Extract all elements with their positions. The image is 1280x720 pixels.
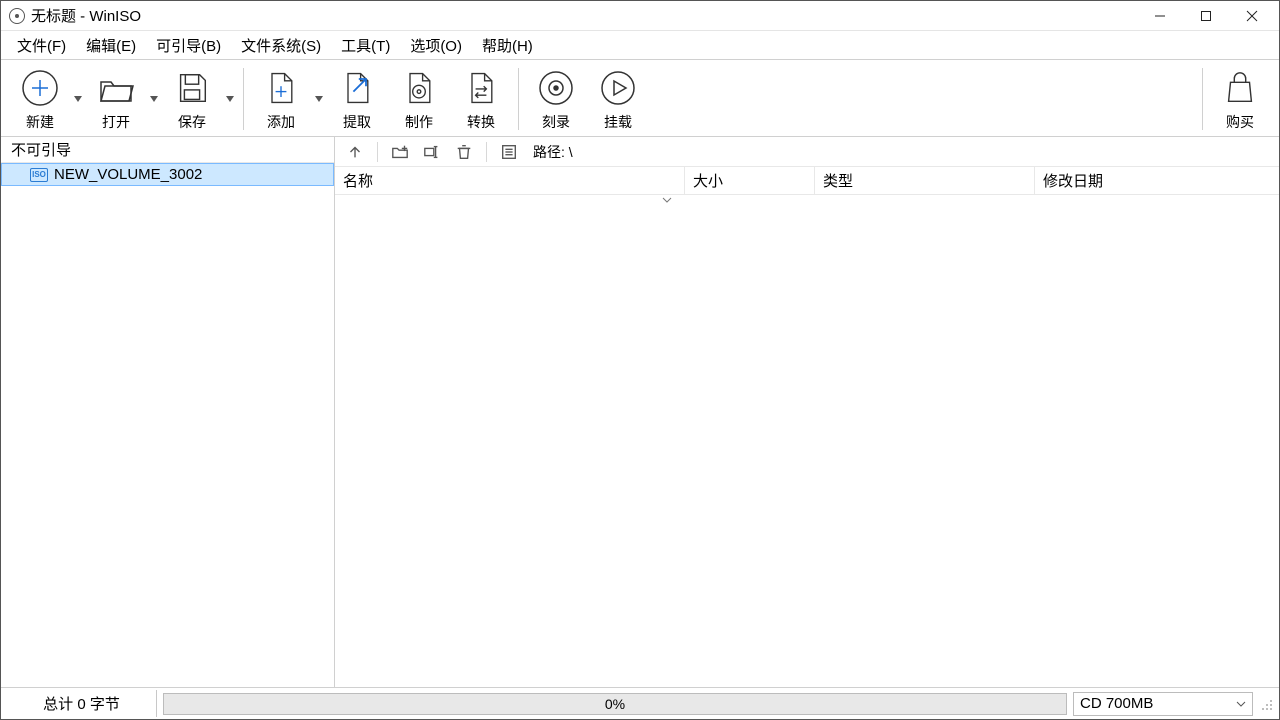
toolbar-save-dropdown[interactable]	[223, 69, 237, 129]
play-circle-icon	[596, 66, 640, 110]
column-size[interactable]: 大小	[685, 167, 815, 194]
toolbar-extract-label: 提取	[343, 112, 371, 132]
column-headers: 名称 大小 类型 修改日期	[335, 167, 1279, 195]
plus-circle-icon	[18, 66, 62, 110]
menu-file[interactable]: 文件(F)	[7, 32, 76, 59]
iso-icon: ISO	[30, 168, 48, 182]
column-name[interactable]: 名称	[335, 167, 685, 194]
save-icon	[170, 66, 214, 110]
toolbar-mount[interactable]: 挂载	[587, 64, 649, 134]
toolbar-open-dropdown[interactable]	[147, 69, 161, 129]
disc-size-select[interactable]: CD 700MB	[1073, 692, 1253, 716]
new-folder-button[interactable]	[386, 140, 414, 164]
chevron-down-icon	[1236, 701, 1246, 707]
toolbar-new-dropdown[interactable]	[71, 69, 85, 129]
app-icon	[9, 8, 25, 24]
toolbar-open-label: 打开	[102, 112, 130, 132]
chevron-down-icon	[662, 190, 672, 207]
menu-tools[interactable]: 工具(T)	[331, 32, 400, 59]
toolbar-buy[interactable]: 购买	[1209, 64, 1271, 134]
file-list[interactable]	[335, 195, 1279, 687]
titlebar: 无标题 - WinISO	[1, 1, 1279, 31]
menu-options[interactable]: 选项(O)	[400, 32, 472, 59]
toolbar-make[interactable]: 制作	[388, 64, 450, 134]
window-title: 无标题 - WinISO	[31, 5, 141, 26]
menu-filesystem[interactable]: 文件系统(S)	[231, 32, 331, 59]
up-button[interactable]	[341, 140, 369, 164]
menu-boot[interactable]: 可引导(B)	[146, 32, 231, 59]
resize-grip-icon[interactable]	[1259, 697, 1273, 711]
file-plus-icon	[259, 66, 303, 110]
tree-item-volume[interactable]: ISO NEW_VOLUME_3002	[1, 163, 334, 186]
sidebar-header: 不可引导	[1, 137, 334, 163]
minimize-button[interactable]	[1137, 1, 1183, 31]
toolbar-make-label: 制作	[405, 112, 433, 132]
toolbar: 新建 打开 保存 添加 提取	[1, 59, 1279, 137]
menubar: 文件(F) 编辑(E) 可引导(B) 文件系统(S) 工具(T) 选项(O) 帮…	[1, 31, 1279, 59]
content-toolbar: 路径: \	[335, 137, 1279, 167]
tree: ISO NEW_VOLUME_3002	[1, 163, 334, 687]
toolbar-separator-3	[1202, 68, 1203, 130]
toolbar-save[interactable]: 保存	[161, 64, 223, 134]
status-progress: 0%	[163, 693, 1067, 715]
toolbar-save-label: 保存	[178, 112, 206, 132]
properties-button[interactable]	[495, 140, 523, 164]
toolbar-add[interactable]: 添加	[250, 64, 312, 134]
toolbar-convert[interactable]: 转换	[450, 64, 512, 134]
toolbar-extract[interactable]: 提取	[326, 64, 388, 134]
column-type[interactable]: 类型	[815, 167, 1035, 194]
disc-size-label: CD 700MB	[1080, 695, 1153, 712]
toolbar-new-label: 新建	[26, 112, 54, 132]
delete-button[interactable]	[450, 140, 478, 164]
toolbar-buy-label: 购买	[1226, 112, 1254, 132]
content-sep-1	[377, 142, 378, 162]
disc-file-icon	[397, 66, 441, 110]
menu-help[interactable]: 帮助(H)	[472, 32, 543, 59]
content-sep-2	[486, 142, 487, 162]
file-extract-icon	[335, 66, 379, 110]
toolbar-convert-label: 转换	[467, 112, 495, 132]
statusbar: 总计 0 字节 0% CD 700MB	[1, 687, 1279, 719]
convert-icon	[459, 66, 503, 110]
toolbar-new[interactable]: 新建	[9, 64, 71, 134]
maximize-button[interactable]	[1183, 1, 1229, 31]
toolbar-add-dropdown[interactable]	[312, 69, 326, 129]
main-area: 不可引导 ISO NEW_VOLUME_3002	[1, 137, 1279, 687]
sidebar: 不可引导 ISO NEW_VOLUME_3002	[1, 137, 335, 687]
toolbar-separator-1	[243, 68, 244, 130]
content-area: 路径: \ 名称 大小 类型 修改日期	[335, 137, 1279, 687]
shopping-bag-icon	[1218, 66, 1262, 110]
disc-icon	[534, 66, 578, 110]
folder-open-icon	[94, 66, 138, 110]
toolbar-burn-label: 刻录	[542, 112, 570, 132]
window-controls	[1137, 1, 1275, 31]
toolbar-add-label: 添加	[267, 112, 295, 132]
path-label: 路径: \	[533, 142, 573, 162]
toolbar-mount-label: 挂载	[604, 112, 632, 132]
tree-item-label: NEW_VOLUME_3002	[54, 166, 202, 183]
menu-edit[interactable]: 编辑(E)	[76, 32, 146, 59]
toolbar-burn[interactable]: 刻录	[525, 64, 587, 134]
toolbar-open[interactable]: 打开	[85, 64, 147, 134]
toolbar-separator-2	[518, 68, 519, 130]
close-button[interactable]	[1229, 1, 1275, 31]
status-totals: 总计 0 字节	[7, 690, 157, 717]
rename-button[interactable]	[418, 140, 446, 164]
column-date[interactable]: 修改日期	[1035, 167, 1279, 194]
